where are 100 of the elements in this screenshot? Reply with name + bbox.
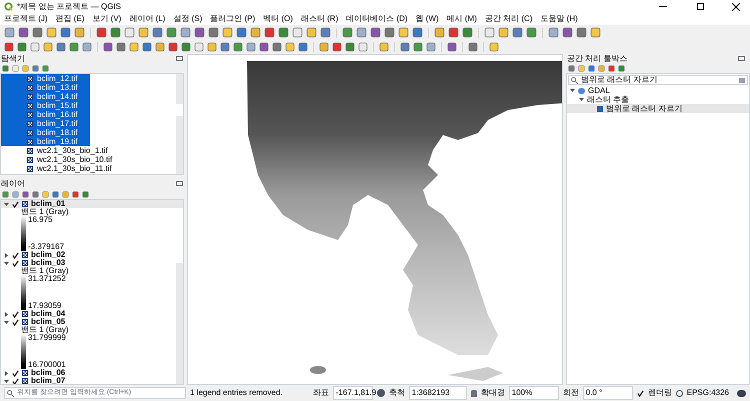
browser-item[interactable]: bclim_16.tif bbox=[1, 110, 90, 119]
menu-item[interactable]: 메시 (M) bbox=[446, 13, 477, 25]
menu-item[interactable]: 플러그인 (P) bbox=[210, 13, 256, 25]
toolbar-tool-icon[interactable] bbox=[498, 27, 509, 38]
panel-float-icon[interactable] bbox=[176, 56, 183, 61]
toolbar-tool-icon[interactable] bbox=[448, 27, 459, 38]
scrollbar[interactable] bbox=[176, 74, 183, 174]
menu-item[interactable]: 데이터베이스 (D) bbox=[346, 13, 408, 25]
menu-item[interactable]: 공간 처리 (C) bbox=[484, 13, 532, 25]
toolbar-tool-icon[interactable] bbox=[222, 27, 233, 38]
menu-item[interactable]: 레이어 (L) bbox=[129, 13, 166, 25]
expand-arrow-icon[interactable] bbox=[4, 252, 9, 258]
toolbar-tool-icon[interactable] bbox=[166, 27, 177, 38]
toolbar-tool-icon[interactable] bbox=[46, 27, 57, 38]
rotation-field[interactable]: 0.0 ° bbox=[582, 386, 633, 400]
layer-checkbox[interactable] bbox=[12, 200, 19, 208]
toolbar-tool-icon[interactable] bbox=[468, 42, 478, 52]
toolbar-tool-icon[interactable] bbox=[292, 27, 303, 38]
menu-item[interactable]: 편집 (E) bbox=[56, 13, 84, 25]
toolbar-tool-icon[interactable] bbox=[562, 27, 573, 38]
browser-item[interactable]: wc2.1_30s_bio_11.tif bbox=[1, 164, 114, 173]
layer-row[interactable]: bclim_05 bbox=[1, 318, 176, 326]
browser-item[interactable]: bclim_12.tif bbox=[1, 74, 90, 83]
toolbar-tool-icon[interactable] bbox=[138, 27, 149, 38]
layer-checkbox[interactable] bbox=[12, 378, 19, 384]
toolbar-tool-icon[interactable] bbox=[447, 42, 457, 52]
toolbar-tool-icon[interactable] bbox=[512, 27, 523, 38]
expand-arrow-icon[interactable] bbox=[4, 320, 9, 324]
render-checkbox[interactable] bbox=[636, 390, 644, 396]
toolbar-tool-icon[interactable] bbox=[384, 27, 395, 38]
toolbar-tool-icon[interactable] bbox=[320, 27, 331, 38]
toolbar-tool-icon[interactable] bbox=[306, 27, 317, 38]
layer-row[interactable]: bclim_07 bbox=[1, 377, 176, 384]
layer-checkbox[interactable] bbox=[12, 310, 19, 318]
expand-arrow-icon[interactable] bbox=[4, 202, 9, 206]
layer-row[interactable]: bclim_04 bbox=[1, 310, 176, 318]
scrollbar[interactable] bbox=[176, 200, 183, 384]
browser-item[interactable]: wc2.1_30s_bio_10.tif bbox=[1, 155, 114, 164]
toolbar-tool-icon[interactable] bbox=[398, 27, 409, 38]
layer-row[interactable]: bclim_06 bbox=[1, 369, 176, 377]
layer-checkbox[interactable] bbox=[12, 260, 19, 266]
menu-item[interactable]: 웹 (W) bbox=[416, 13, 439, 25]
toggle-extent-icon[interactable] bbox=[376, 389, 385, 397]
tree-group-label[interactable]: 래스터 추출 bbox=[587, 94, 630, 106]
layer-row[interactable]: bclim_02 bbox=[1, 251, 176, 259]
toolbar-tool-icon[interactable] bbox=[590, 27, 601, 38]
layer-row[interactable]: bclim_03 bbox=[1, 259, 176, 267]
toolbar-tool-icon[interactable] bbox=[278, 27, 289, 38]
close-icon[interactable] bbox=[732, 2, 740, 10]
expand-arrow-icon[interactable] bbox=[4, 312, 9, 316]
expand-arrow-icon[interactable] bbox=[570, 88, 575, 93]
expand-arrow-icon[interactable] bbox=[4, 378, 9, 384]
toolbar-tool-icon[interactable] bbox=[526, 27, 537, 38]
panel-float-icon[interactable] bbox=[738, 56, 745, 61]
expand-arrow-icon[interactable] bbox=[579, 97, 584, 102]
toolbar-tool-icon[interactable] bbox=[110, 27, 121, 38]
toolbar-tool-icon[interactable] bbox=[250, 27, 261, 38]
toolbar-tool-icon[interactable] bbox=[462, 27, 473, 38]
toolbar-tool-icon[interactable] bbox=[208, 27, 219, 38]
toolbar-tool-icon[interactable] bbox=[236, 27, 247, 38]
toolbar-tool-icon[interactable] bbox=[342, 27, 353, 38]
toolbar-tool-icon[interactable] bbox=[124, 27, 135, 38]
toolbox-search-field[interactable]: 범위로 래스터 자르기 bbox=[568, 75, 748, 85]
magnifier-field[interactable]: 100% bbox=[508, 386, 559, 400]
toolbar-tool-icon[interactable] bbox=[434, 27, 445, 38]
expand-arrow-icon[interactable] bbox=[4, 260, 9, 266]
toolbar-tool-icon[interactable] bbox=[194, 27, 205, 38]
toolbar-tool-icon[interactable] bbox=[370, 27, 381, 38]
menu-item[interactable]: 벡터 (O) bbox=[263, 13, 293, 25]
toolbar-tool-icon[interactable] bbox=[60, 27, 71, 38]
layer-checkbox[interactable] bbox=[12, 252, 19, 258]
browser-item[interactable]: wc2.1_30s_bio_1.tif bbox=[1, 146, 110, 155]
toolbar-tool-icon[interactable] bbox=[32, 27, 43, 38]
clear-icon[interactable] bbox=[739, 78, 745, 82]
layer-checkbox[interactable] bbox=[12, 318, 19, 326]
toolbar-tool-icon[interactable] bbox=[74, 27, 85, 38]
toolbar-tool-icon[interactable] bbox=[576, 27, 587, 38]
toolbar-tool-icon[interactable] bbox=[356, 27, 367, 38]
browser-item[interactable]: bclim_17.tif bbox=[1, 119, 90, 128]
browser-item[interactable]: bclim_15.tif bbox=[1, 101, 90, 110]
toolbar-tool-icon[interactable] bbox=[180, 27, 191, 38]
toolbar-tool-icon[interactable] bbox=[152, 27, 163, 38]
layer-row[interactable]: bclim_01 bbox=[1, 200, 176, 208]
layer-checkbox[interactable] bbox=[12, 370, 19, 376]
panel-float-icon[interactable] bbox=[176, 181, 183, 186]
toolbar-tool-icon[interactable] bbox=[489, 42, 499, 52]
menu-item[interactable]: 래스터 (R) bbox=[300, 13, 338, 25]
toolbar-tool-icon[interactable] bbox=[264, 27, 275, 38]
lock-icon[interactable] bbox=[470, 390, 477, 396]
messages-icon[interactable] bbox=[737, 390, 746, 396]
menu-item[interactable]: 설정 (S) bbox=[173, 13, 202, 25]
maximize-icon[interactable] bbox=[697, 3, 704, 10]
crs-button[interactable]: EPSG:4326 bbox=[686, 387, 729, 399]
toolbar-tool-icon[interactable] bbox=[96, 27, 107, 38]
expand-arrow-icon[interactable] bbox=[4, 370, 9, 376]
toolbar-tool-icon[interactable] bbox=[4, 27, 15, 38]
toolbar-tool-icon[interactable] bbox=[412, 27, 423, 38]
browser-item[interactable]: bclim_13.tif bbox=[1, 83, 90, 92]
toolbar-tool-icon[interactable] bbox=[379, 42, 389, 52]
browser-item[interactable]: bclim_19.tif bbox=[1, 137, 90, 146]
